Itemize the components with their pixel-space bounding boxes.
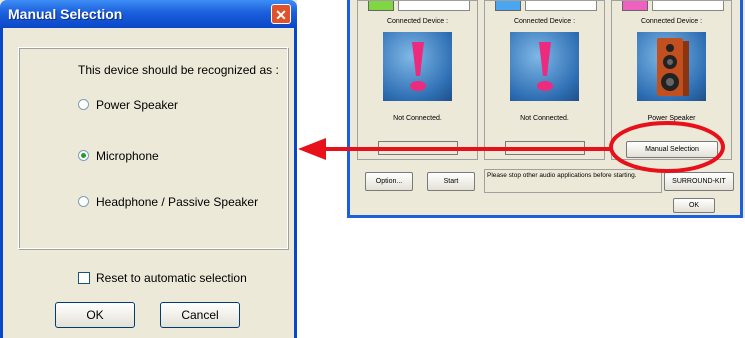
radio-label: Headphone / Passive Speaker (96, 195, 259, 209)
mic-jack-icon (622, 1, 648, 11)
radio-label: Microphone (96, 149, 159, 163)
jack-column-3: Connected Device : Power Speaker Manual … (611, 0, 732, 160)
line-out-jack-icon (368, 1, 394, 11)
panel-ok-button[interactable]: OK (673, 198, 715, 213)
radio-label: Power Speaker (96, 98, 179, 112)
audio-jack-panel: Connected Device : Not Connected. Connec… (347, 0, 745, 218)
dialog-title: Manual Selection (8, 6, 123, 22)
radio-button-selected[interactable] (78, 150, 89, 161)
empty-button-slot (505, 141, 585, 155)
cancel-button[interactable]: Cancel (160, 302, 240, 328)
dialog-right-border (294, 28, 297, 338)
panel-bottom-border (347, 215, 743, 218)
status-message: Please stop other audio applications bef… (487, 172, 637, 179)
manual-selection-button[interactable]: Manual Selection (626, 141, 718, 158)
device-status: Not Connected. (520, 115, 569, 122)
arrow-head-icon (298, 138, 326, 160)
device-type-group (18, 47, 288, 249)
not-connected-icon (383, 32, 452, 101)
line-in-jack-icon (495, 1, 521, 11)
connected-device-heading: Connected Device : (386, 18, 449, 25)
device-status: Not Connected. (393, 115, 442, 122)
device-status: Power Speaker (647, 115, 696, 122)
surround-kit-button[interactable]: SURROUND-KIT (664, 172, 734, 191)
checkbox-label: Reset to automatic selection (96, 271, 247, 285)
not-connected-icon (510, 32, 579, 101)
panel-left-border (347, 0, 350, 218)
panel-right-border (740, 0, 743, 218)
jack-column-1: Connected Device : Not Connected. (357, 0, 478, 160)
close-icon: ✕ (275, 7, 287, 23)
jack-column-2: Connected Device : Not Connected. (484, 0, 605, 160)
close-button[interactable]: ✕ (271, 4, 291, 24)
speaker-icon (637, 32, 706, 101)
radio-button[interactable] (78, 99, 89, 110)
jack-tab[interactable] (525, 1, 597, 11)
recognized-as-prompt: This device should be recognized as : (78, 63, 279, 77)
start-button[interactable]: Start (427, 172, 475, 191)
connected-device-heading: Connected Device : (513, 18, 576, 25)
ok-button[interactable]: OK (55, 302, 135, 328)
jack-tab[interactable] (398, 1, 470, 11)
message-box: Please stop other audio applications bef… (484, 169, 662, 193)
manual-selection-dialog: Manual Selection ✕ This device should be… (0, 0, 297, 338)
jack-tab[interactable] (652, 1, 724, 11)
dialog-left-border (0, 28, 3, 338)
connected-device-heading: Connected Device : (640, 18, 703, 25)
option-button[interactable]: Option... (365, 172, 413, 191)
checkbox[interactable] (78, 272, 90, 284)
radio-button[interactable] (78, 196, 89, 207)
empty-button-slot (378, 141, 458, 155)
